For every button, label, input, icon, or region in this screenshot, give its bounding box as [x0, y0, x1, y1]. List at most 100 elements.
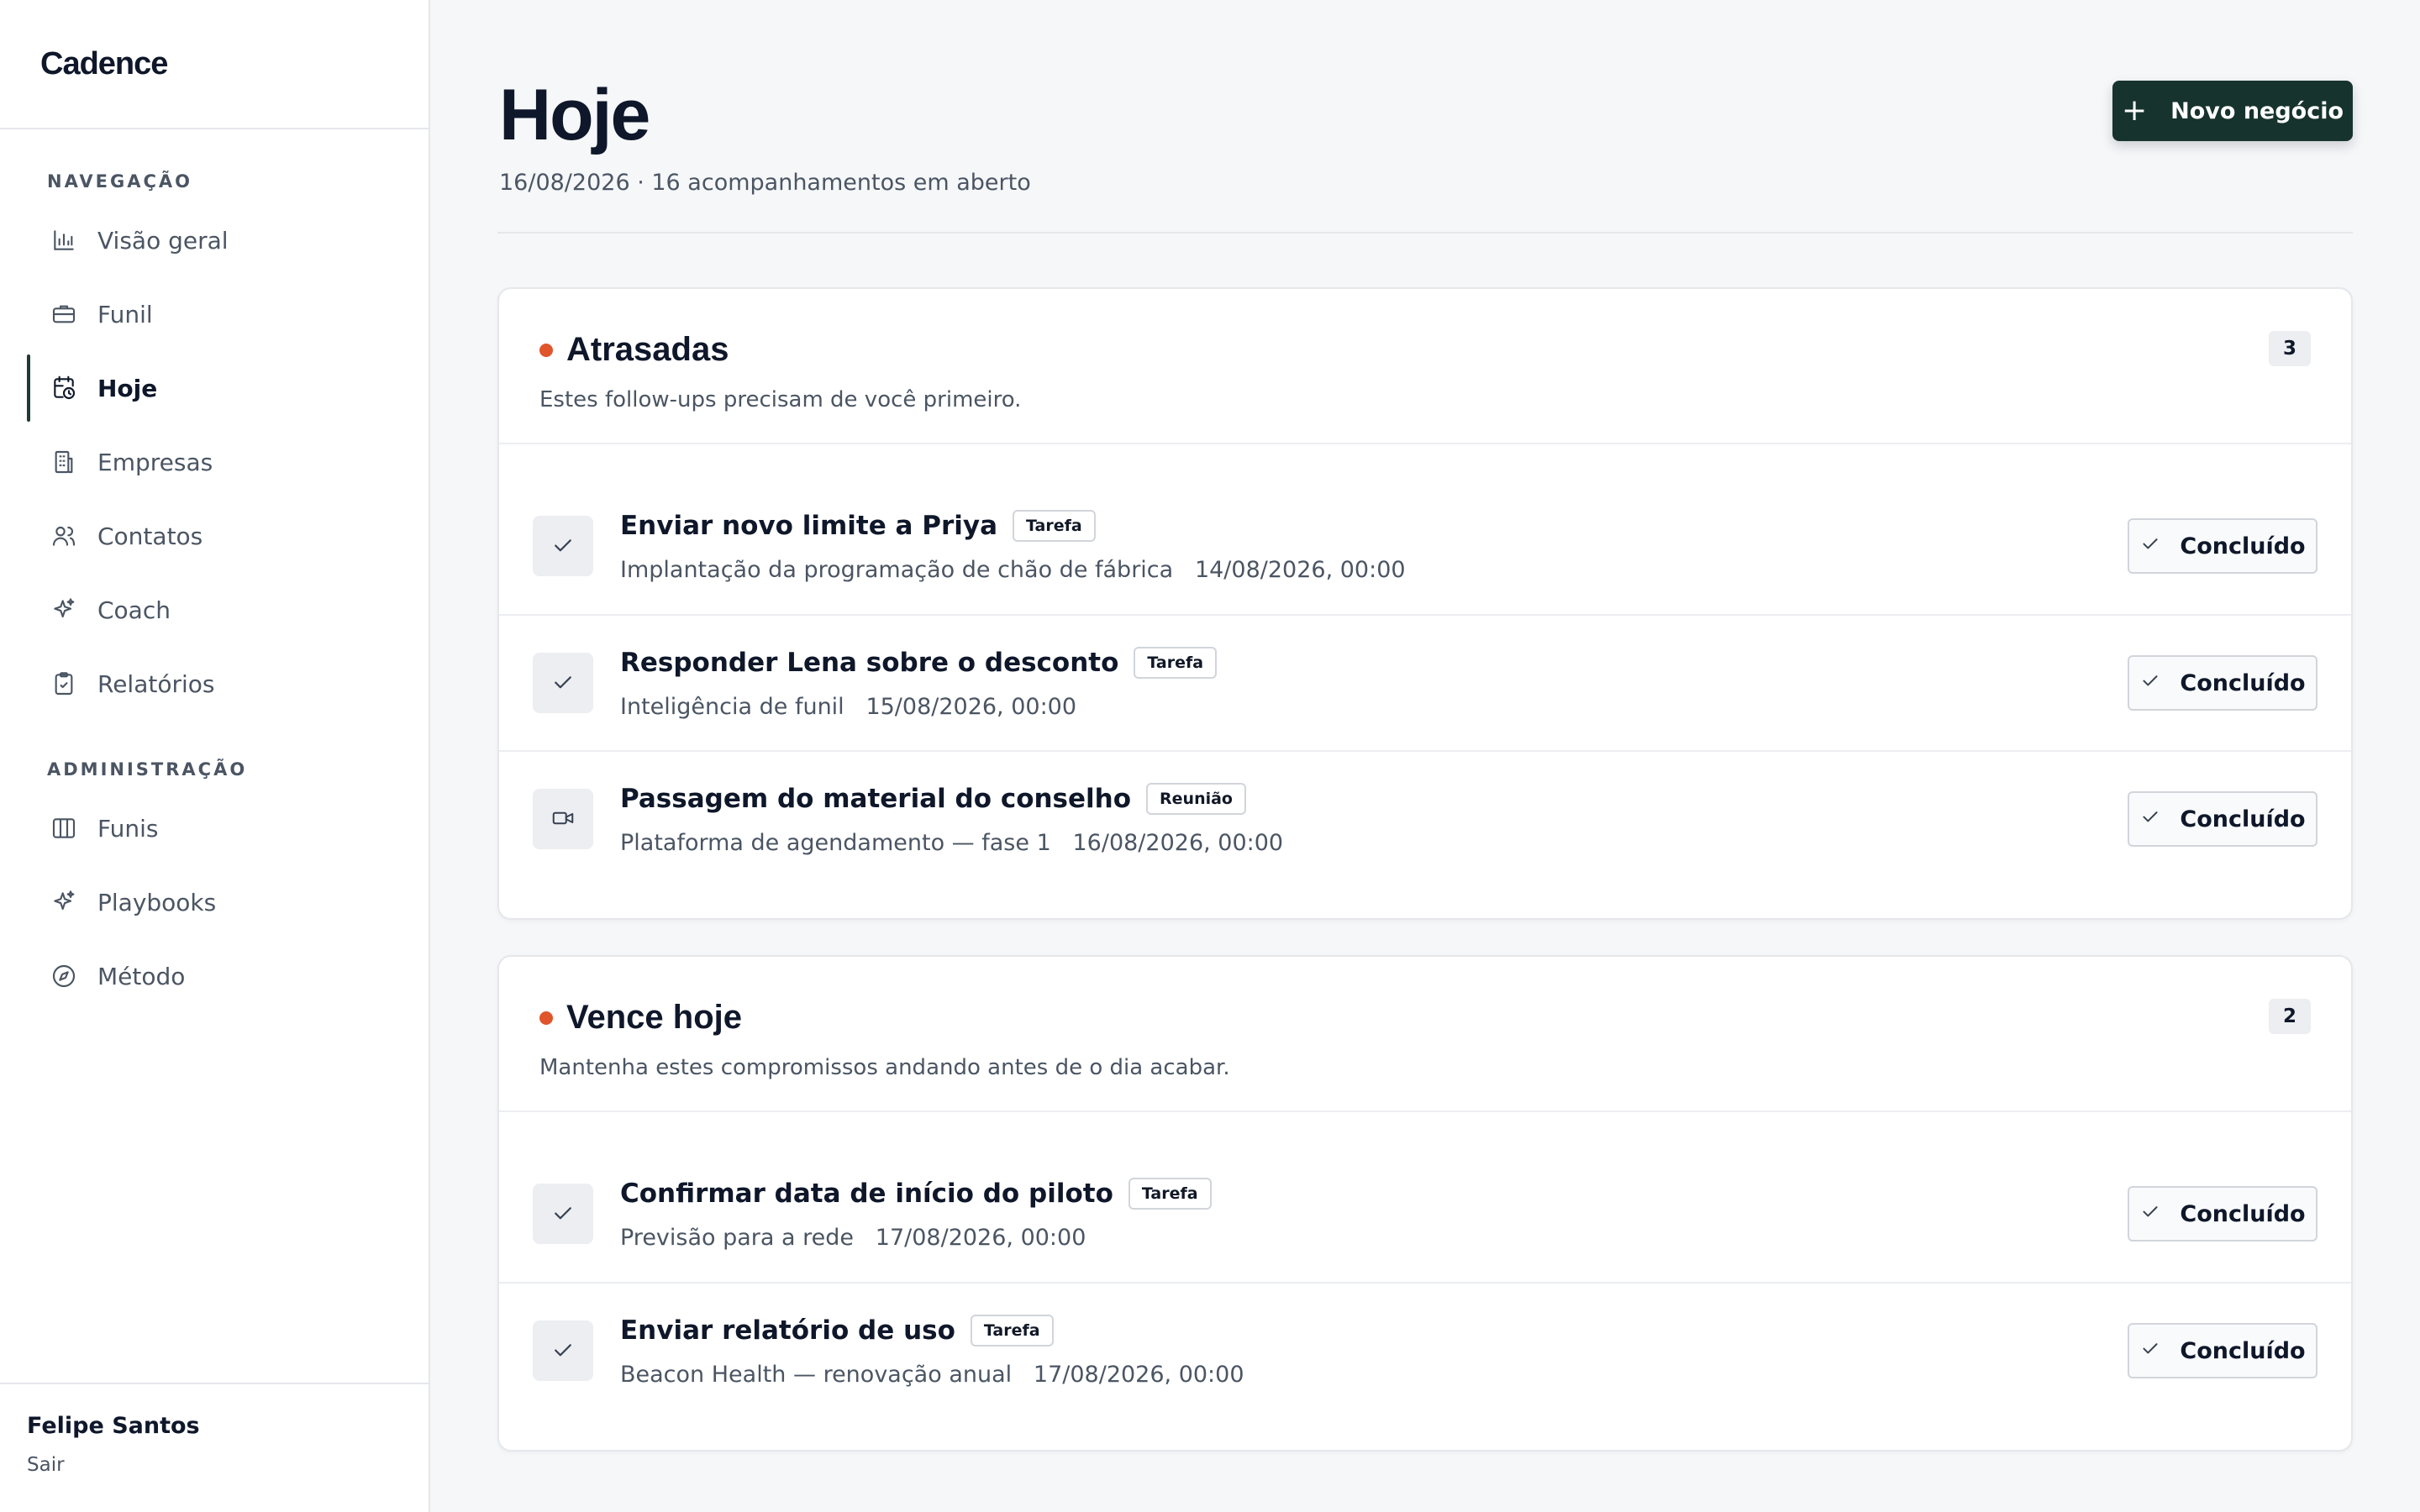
section-title: Atrasadas: [566, 331, 729, 368]
task-list: Confirmar data de início do piloto Tarefa…: [499, 1112, 2351, 1450]
task-body: Confirmar data de início do piloto Tarefa…: [620, 1177, 2317, 1251]
task-type-tag: Tarefa: [1134, 646, 1218, 679]
task-complete-toggle[interactable]: [533, 653, 593, 713]
task-sections: Atrasadas Estes follow-ups precisam de vo…: [497, 287, 2353, 1452]
sidebar-item-empresas[interactable]: Empresas: [0, 428, 429, 496]
briefcase-icon: [50, 301, 77, 328]
task-title-row: Enviar novo limite a Priya Tarefa: [620, 509, 2317, 542]
main-content: Hoje 16/08/2026 · 16 acompanhamentos em …: [430, 0, 2420, 1512]
task-due-date: 14/08/2026, 00:00: [1194, 556, 1406, 583]
task-section-1: Vence hoje Mantenha estes compromissos an…: [497, 955, 2353, 1452]
compass-icon: [50, 963, 77, 990]
signout-link[interactable]: Sair: [27, 1454, 429, 1476]
task-meta: Inteligência de funil 15/08/2026, 00:00: [620, 694, 2317, 720]
mark-done-label: Concluído: [2180, 1337, 2306, 1364]
check-icon: [550, 533, 576, 560]
mark-done-button[interactable]: Concluído: [2128, 518, 2317, 574]
page-header: Hoje 16/08/2026 · 16 acompanhamentos em …: [497, 0, 2353, 234]
mark-done-label: Concluído: [2180, 806, 2306, 832]
task-row: Responder Lena sobre o desconto Tarefa Int…: [499, 614, 2351, 750]
sidebar-item-funil[interactable]: Funil: [0, 281, 429, 348]
task-meta: Implantação da programação de chão de fá…: [620, 557, 2317, 583]
task-due-date: 17/08/2026, 00:00: [875, 1224, 1086, 1251]
section-title: Vence hoje: [566, 999, 742, 1036]
check-icon: [2139, 669, 2161, 697]
task-title[interactable]: Enviar novo limite a Priya: [620, 511, 997, 541]
new-deal-button[interactable]: + Novo negócio: [2112, 81, 2353, 141]
count-badge: 2: [2269, 999, 2311, 1034]
mark-done-button[interactable]: Concluído: [2128, 791, 2317, 847]
count-badge: 3: [2269, 331, 2311, 366]
task-body: Responder Lena sobre o desconto Tarefa Int…: [620, 646, 2317, 720]
sidebar-item-playbooks[interactable]: Playbooks: [0, 869, 429, 936]
task-row: Passagem do material do conselho Reunião P…: [499, 750, 2351, 886]
sparkles-icon: [50, 596, 77, 623]
new-deal-button-label: Novo negócio: [2170, 97, 2344, 124]
nav-section-label: NAVEGAÇÃO: [47, 171, 193, 192]
section-description: Mantenha estes compromissos andando ante…: [539, 1055, 1230, 1080]
section-header: Vence hoje Mantenha estes compromissos an…: [499, 957, 2351, 1112]
calendar-clock-icon: [50, 375, 77, 402]
page-title: Hoje: [499, 75, 650, 155]
sidebar-item-relatorios[interactable]: Relatórios: [0, 650, 429, 717]
columns-icon: [50, 815, 77, 842]
task-complete-toggle[interactable]: [533, 1184, 593, 1244]
task-body: Passagem do material do conselho Reunião P…: [620, 782, 2317, 856]
sidebar-item-visao-geral[interactable]: Visão geral: [0, 207, 429, 274]
sidebar: Cadence NAVEGAÇÃO Visão geral Funil Hoje Em…: [0, 0, 430, 1512]
nav-item-label: Relatórios: [97, 669, 215, 698]
task-due-date: 15/08/2026, 00:00: [865, 693, 1077, 720]
admin-nav: Funis Playbooks Método: [0, 795, 429, 1010]
bar-chart-icon: [50, 227, 77, 254]
task-deal: Previsão para a rede: [620, 1224, 855, 1251]
task-type-tag: Reunião: [1146, 782, 1246, 815]
nav-item-label: Coach: [97, 596, 171, 624]
sidebar-item-metodo[interactable]: Método: [0, 942, 429, 1010]
sidebar-item-hoje[interactable]: Hoje: [0, 354, 429, 422]
clipboard-check-icon: [50, 670, 77, 697]
brand-logo[interactable]: Cadence: [0, 0, 429, 129]
sidebar-item-funis[interactable]: Funis: [0, 795, 429, 862]
task-complete-toggle[interactable]: [533, 516, 593, 576]
user-panel: Felipe Santos Sair: [0, 1383, 429, 1512]
nav-item-label: Playbooks: [97, 888, 217, 916]
task-title-row: Enviar relatório de uso Tarefa: [620, 1314, 2317, 1347]
nav-item-label: Empresas: [97, 448, 213, 476]
user-name: Felipe Santos: [27, 1413, 200, 1439]
nav-item-label: Contatos: [97, 522, 203, 550]
check-icon: [550, 669, 576, 697]
nav-item-label: Funil: [97, 300, 153, 328]
task-complete-toggle[interactable]: [533, 789, 593, 849]
task-row: Enviar relatório de uso Tarefa Beacon Heal…: [499, 1282, 2351, 1418]
app-shell: Cadence NAVEGAÇÃO Visão geral Funil Hoje Em…: [0, 0, 2420, 1512]
mark-done-button[interactable]: Concluído: [2128, 655, 2317, 711]
section-description: Estes follow-ups precisam de você primei…: [539, 387, 1022, 412]
check-icon: [550, 1200, 576, 1228]
task-title[interactable]: Enviar relatório de uso: [620, 1315, 955, 1346]
check-icon: [2139, 1200, 2161, 1228]
task-title-row: Confirmar data de início do piloto Tarefa: [620, 1177, 2317, 1210]
task-section-0: Atrasadas Estes follow-ups precisam de vo…: [497, 287, 2353, 920]
check-icon: [2139, 533, 2161, 560]
task-deal: Plataforma de agendamento — fase 1: [620, 829, 1051, 856]
task-complete-toggle[interactable]: [533, 1320, 593, 1381]
video-icon: [550, 806, 576, 833]
mark-done-button[interactable]: Concluído: [2128, 1186, 2317, 1242]
task-row: Confirmar data de início do piloto Tarefa…: [499, 1146, 2351, 1282]
users-icon: [50, 522, 77, 549]
admin-section-label: ADMINISTRAÇÃO: [47, 759, 248, 780]
check-icon: [2139, 806, 2161, 833]
task-title[interactable]: Responder Lena sobre o desconto: [620, 648, 1118, 678]
task-body: Enviar novo limite a Priya Tarefa Implanta…: [620, 509, 2317, 583]
mark-done-label: Concluído: [2180, 1200, 2306, 1227]
mark-done-button[interactable]: Concluído: [2128, 1323, 2317, 1378]
sidebar-item-coach[interactable]: Coach: [0, 576, 429, 643]
task-title[interactable]: Passagem do material do conselho: [620, 784, 1131, 814]
task-meta: Previsão para a rede 17/08/2026, 00:00: [620, 1225, 2317, 1251]
task-due-date: 17/08/2026, 00:00: [1033, 1361, 1244, 1388]
task-type-tag: Tarefa: [1013, 509, 1096, 542]
task-title[interactable]: Confirmar data de início do piloto: [620, 1179, 1113, 1209]
sidebar-item-contatos[interactable]: Contatos: [0, 502, 429, 570]
task-title-row: Passagem do material do conselho Reunião: [620, 782, 2317, 815]
nav-item-label: Método: [97, 962, 186, 990]
